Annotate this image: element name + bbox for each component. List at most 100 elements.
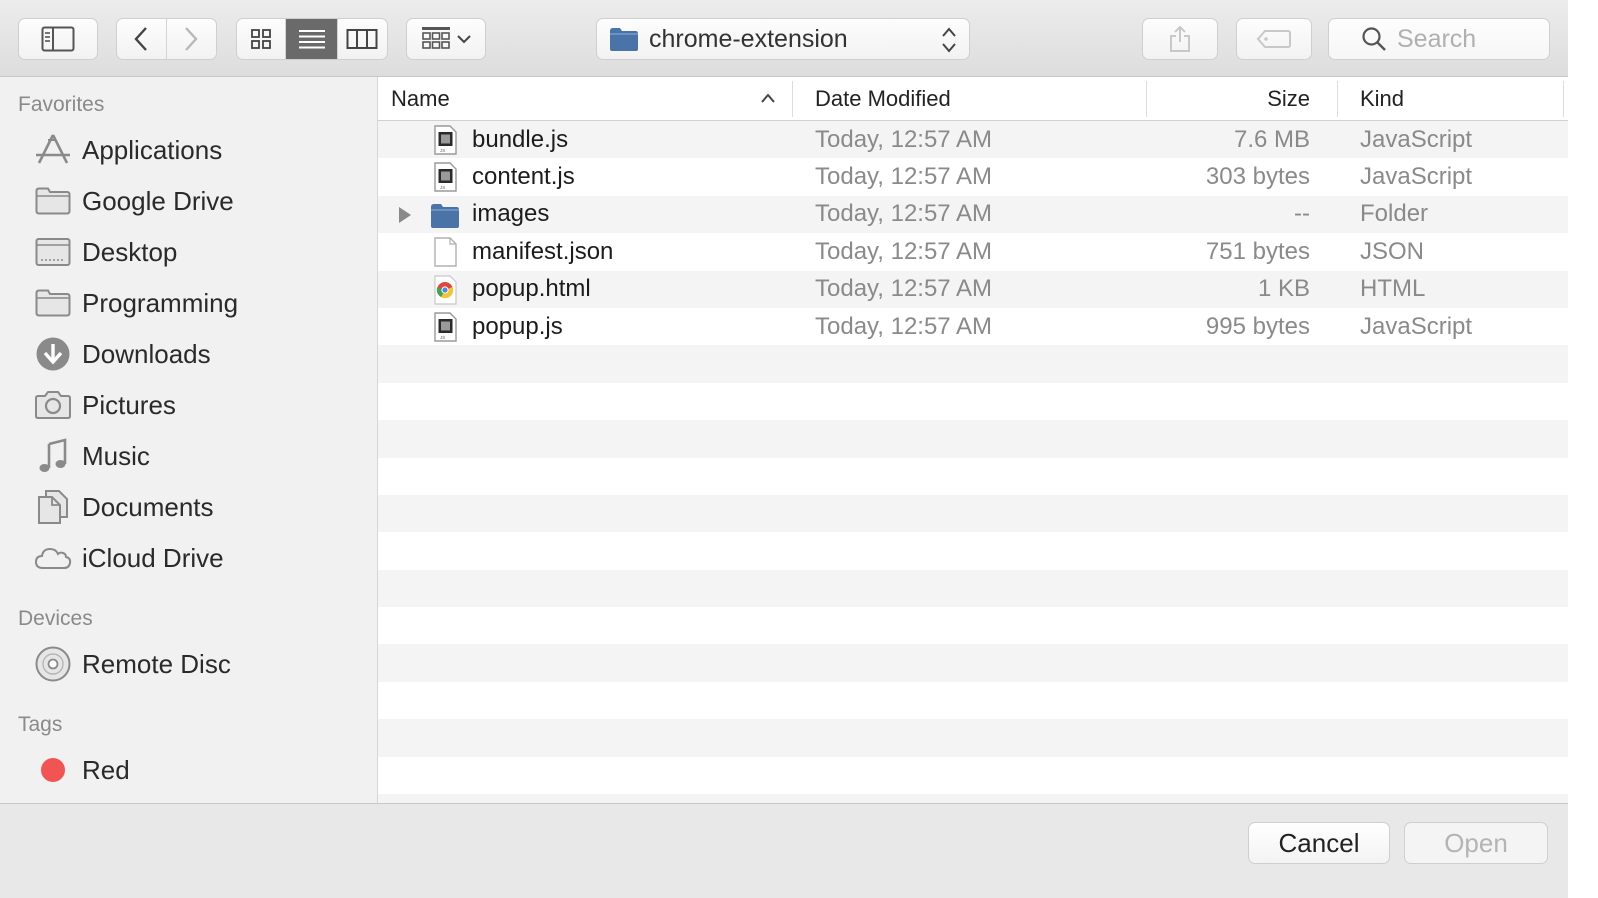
sidebar-item-documents[interactable]: Documents [0,484,377,530]
empty-row [378,532,1568,570]
svg-text:JS: JS [440,335,445,340]
sidebar-item-downloads[interactable]: Downloads [0,331,377,377]
file-kind: JSON [1360,237,1425,265]
file-kind: JavaScript [1360,125,1473,153]
js-file-icon: JS [434,312,457,342]
column-divider[interactable] [1337,81,1338,117]
svg-text:JS: JS [440,185,445,190]
disc-icon [34,645,72,683]
sidebar-item-programming[interactable]: Programming [0,280,377,326]
open-button[interactable]: Open [1404,822,1548,864]
sidebar-item-pictures[interactable]: Pictures [0,382,377,428]
disclosure-triangle-icon[interactable] [394,205,414,225]
favorites-section-title: Favorites [18,93,105,116]
empty-row [378,681,1568,720]
sidebar-toggle-button[interactable] [18,18,98,60]
file-size: 1 KB [1257,275,1310,303]
empty-row [378,756,1568,795]
sidebar-item-music[interactable]: Music [0,433,377,479]
column-divider[interactable] [1146,81,1147,117]
file-size: 995 bytes [1205,312,1310,340]
sidebar-item-label: Desktop [82,236,178,267]
arrange-button[interactable] [406,18,486,60]
sidebar-item-desktop[interactable]: Desktop [0,229,377,275]
table-row[interactable]: JS content.js Today, 12:57 AM 303 bytes … [378,158,1568,196]
js-file-icon: JS [434,125,457,155]
chevron-down-icon [457,35,471,44]
music-note-icon [34,437,72,475]
empty-row [378,457,1568,495]
file-name: popup.js [472,312,563,340]
tag-color-dot-icon [34,751,72,789]
arrange-grid-icon [422,27,450,49]
file-name: manifest.json [472,237,614,265]
file-kind: Folder [1360,200,1429,228]
file-name: content.js [472,163,575,191]
sidebar-item-remote-disc[interactable]: Remote Disc [0,641,377,687]
search-input[interactable] [1397,24,1547,54]
chevron-left-icon [134,27,148,51]
documents-icon [34,488,72,526]
desktop-icon [34,233,72,271]
share-button[interactable] [1142,18,1218,60]
columns-icon [346,29,378,49]
table-row[interactable]: images Today, 12:57 AM -- Folder [378,195,1568,234]
empty-row [378,382,1568,421]
chrome-html-icon [434,274,457,305]
file-size: 7.6 MB [1233,125,1310,153]
folder-icon [610,28,638,51]
sort-ascending-icon [761,93,775,103]
dialog-button-bar: Cancel Open [0,803,1568,898]
camera-icon [34,386,72,424]
column-header-kind[interactable]: Kind [1360,77,1404,121]
view-mode-switch [236,18,388,60]
sidebar-item-label: Pictures [82,389,176,420]
empty-row [378,794,1568,803]
column-divider[interactable] [792,81,793,117]
file-kind: JavaScript [1360,163,1473,191]
sidebar: Favorites Applications Google Drive Desk… [0,77,378,803]
sidebar-item-google-drive[interactable]: Google Drive [0,178,377,224]
column-header-name[interactable]: Name [391,77,450,121]
file-kind: JavaScript [1360,312,1473,340]
table-row[interactable]: manifest.json Today, 12:57 AM 751 bytes … [378,233,1568,271]
back-button[interactable] [117,19,167,59]
column-header-size[interactable]: Size [1267,77,1310,121]
file-list-header: Name Date Modified Size Kind [378,77,1568,121]
sidebar-item-label: Applications [82,134,223,165]
tag-button[interactable] [1236,18,1312,60]
search-field[interactable] [1328,18,1550,60]
toolbar: chrome-extension [0,0,1568,77]
empty-row [378,345,1568,383]
column-divider[interactable] [1563,81,1564,117]
sidebar-item-icloud-drive[interactable]: iCloud Drive [0,535,377,581]
sidebar-item-applications[interactable]: Applications [0,127,377,173]
share-icon [1170,25,1190,52]
empty-row [378,420,1568,458]
sidebar-icon [41,26,75,52]
forward-button[interactable] [167,19,217,59]
empty-row [378,644,1568,682]
icon-view-button[interactable] [237,19,287,59]
file-date-modified: Today, 12:57 AM [815,163,992,191]
history-nav [116,18,217,60]
table-row[interactable]: JS bundle.js Today, 12:57 AM 7.6 MB Java… [378,121,1568,159]
tag-icon [1256,30,1291,48]
file-name: images [472,200,550,228]
list-view-button[interactable] [286,19,338,59]
location-popup[interactable]: chrome-extension [596,18,970,60]
file-name: popup.html [472,275,591,303]
empty-row [378,494,1568,533]
sidebar-item-label: Music [82,440,150,471]
file-kind: HTML [1360,275,1426,303]
file-date-modified: Today, 12:57 AM [815,275,992,303]
table-row[interactable]: popup.html Today, 12:57 AM 1 KB HTML [378,270,1568,308]
sidebar-item-tag-red[interactable]: Red [0,747,377,793]
blank-file-icon [434,237,457,267]
cancel-button[interactable]: Cancel [1248,822,1390,864]
sidebar-item-label: Red [82,754,130,785]
column-header-date-modified[interactable]: Date Modified [815,77,951,121]
table-row[interactable]: JS popup.js Today, 12:57 AM 995 bytes Ja… [378,307,1568,346]
applications-icon [34,131,72,169]
column-view-button[interactable] [338,19,387,59]
